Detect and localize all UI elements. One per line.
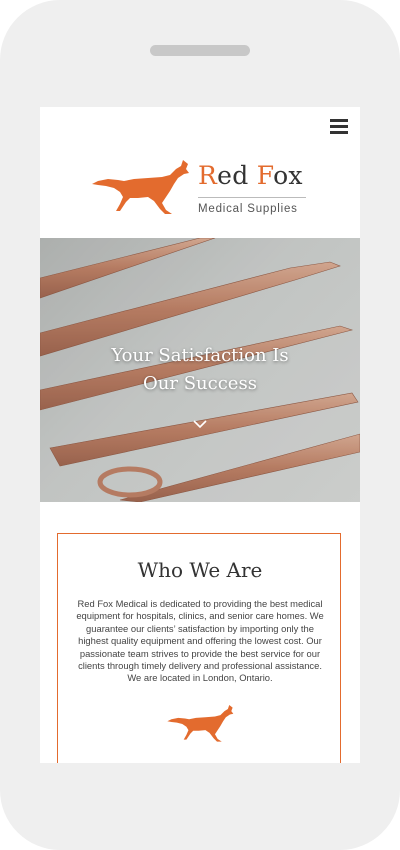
fox-icon	[92, 160, 189, 214]
who-we-are-section: Who We Are Red Fox Medical is dedicated …	[57, 533, 341, 763]
mobile-screen: Red Fox Medical Supplies Your Satisfacti…	[40, 107, 360, 763]
chevron-down-icon[interactable]	[192, 419, 208, 429]
hero-title-line-2: Our Success	[143, 373, 257, 394]
brand-name-part-2: ox	[273, 161, 303, 190]
brand-name: Red Fox	[198, 161, 303, 190]
site-logo[interactable]: Red Fox Medical Supplies	[90, 159, 310, 219]
brand-divider	[198, 197, 306, 198]
section-description: Red Fox Medical is dedicated to providin…	[76, 598, 324, 684]
phone-frame: Red Fox Medical Supplies Your Satisfacti…	[0, 0, 400, 850]
fox-icon	[167, 704, 234, 742]
brand-initial-f: F	[256, 161, 274, 190]
brand-tagline: Medical Supplies	[198, 203, 298, 215]
hero-banner: Your Satisfaction Is Our Success	[40, 238, 360, 502]
phone-speaker	[150, 45, 250, 56]
section-title: Who We Are	[137, 558, 263, 582]
brand-initial-r: R	[198, 161, 218, 190]
hamburger-menu-icon[interactable]	[330, 119, 348, 134]
brand-name-part-1: ed	[217, 161, 257, 190]
hero-title: Your Satisfaction Is Our Success	[40, 342, 360, 398]
hero-title-line-1: Your Satisfaction Is	[111, 345, 289, 366]
